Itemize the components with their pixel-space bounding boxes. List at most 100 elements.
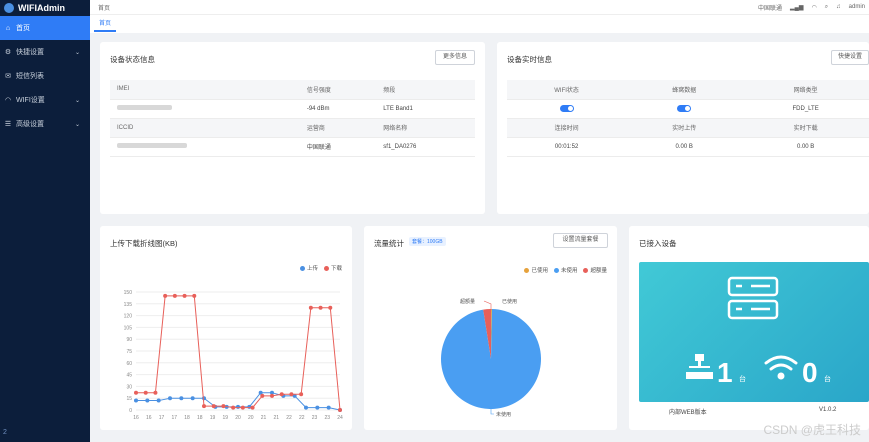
data-point[interactable] [145, 398, 150, 403]
sidebar-item-label: 短信列表 [16, 73, 44, 80]
chevron-down-icon: ⌄ [74, 97, 80, 104]
data-point[interactable] [231, 405, 236, 410]
home-icon: ⌂ [5, 24, 11, 32]
app-logo: WIFIAdmin [0, 0, 90, 16]
data-point[interactable] [308, 305, 313, 310]
sidebar-item-3[interactable]: ◠ WIFI设置 ⌄ [0, 88, 90, 112]
data-point[interactable] [143, 390, 148, 395]
iccid-value [110, 137, 300, 157]
header-network-type: 网络类型 [742, 80, 869, 100]
data-point[interactable] [236, 404, 240, 409]
y-tick-label: 45 [126, 373, 132, 379]
data-point[interactable] [192, 293, 197, 298]
more-info-button[interactable]: 更多信息 [435, 50, 475, 65]
y-tick-label: 0 [129, 408, 132, 414]
data-point[interactable] [318, 305, 323, 310]
data-point[interactable] [156, 398, 161, 403]
pie-label: 未使用 [496, 411, 511, 418]
chevron-down-icon: ⌄ [74, 121, 80, 128]
line-chart-card: 上传下载折线图(KB) 上传 下载 0 15 30 45 60 75 90 105 120 135… [100, 226, 352, 430]
x-tick-label: 21 [261, 415, 267, 421]
server-icon [727, 276, 779, 320]
wifi-icon [764, 355, 798, 380]
data-point[interactable] [299, 392, 304, 397]
top-header: 首页 中国联通 ▂▄▆ ◠ ⌕ ♫ admin [90, 0, 869, 14]
quick-settings-button[interactable]: 快捷设置 [831, 50, 869, 65]
data-point[interactable] [304, 405, 308, 410]
data-point[interactable] [168, 396, 172, 401]
data-point[interactable] [338, 408, 342, 412]
sidebar-item-0[interactable]: ⌂ 首页 [0, 16, 90, 40]
x-tick-label: 19 [222, 415, 228, 421]
data-point[interactable] [328, 305, 333, 310]
header-wifi-status: WIFI状态 [507, 80, 627, 100]
cellular-toggle[interactable] [677, 104, 692, 112]
network-type-value: FDD_LTE [742, 99, 869, 119]
data-point[interactable] [315, 405, 320, 410]
sidebar-item-label: 首页 [16, 25, 30, 32]
data-point[interactable] [240, 405, 245, 410]
realtime-table: WIFI状态 蜂窝数据 网络类型 FDD_LTE 连接时间 实时上传 实时下载 00:0… [507, 80, 869, 157]
data-point[interactable] [134, 398, 138, 403]
sidebar: WIFIAdmin ⌂ 首页 ⚙ 快捷设置 ⌄ ✉ 短信列表 ◠ WIFI设置 ⌄ ☰ 高级设置 ⌄ 2 [0, 0, 90, 442]
devices-graphic: 1 台 0 台 [686, 276, 831, 388]
header-connect-time: 连接时间 [507, 118, 627, 138]
message-icon: ✉ [5, 73, 11, 80]
data-point[interactable] [221, 404, 226, 409]
header-signal: 信号强度 [299, 80, 377, 100]
x-tick-label: 21 [273, 415, 279, 421]
x-tick-label: 20 [248, 415, 254, 421]
sidebar-item-2[interactable]: ✉ 短信列表 [0, 64, 90, 88]
header-download: 实时下载 [742, 118, 869, 138]
sidebar-item-1[interactable]: ⚙ 快捷设置 ⌄ [0, 40, 90, 64]
user-name[interactable]: admin [849, 4, 865, 10]
data-point[interactable] [211, 404, 216, 409]
data-point[interactable] [190, 396, 195, 401]
y-tick-label: 120 [124, 314, 133, 320]
signal-value: -94 dBm [299, 99, 377, 119]
header-carrier: 运营商 [299, 118, 377, 138]
header-imei: IMEI [110, 80, 300, 100]
x-tick-label: 18 [184, 415, 190, 421]
cellular-cell [626, 99, 743, 119]
data-point[interactable] [270, 393, 274, 398]
tab-home[interactable]: 首页 [94, 17, 117, 32]
search-icon[interactable]: ⌕ [825, 4, 828, 11]
data-point[interactable] [172, 293, 177, 298]
logo-icon [4, 3, 14, 13]
y-tick-label: 90 [126, 337, 132, 343]
bell-icon[interactable]: ♫ [836, 4, 841, 10]
sidebar-version: 2 [3, 429, 7, 436]
x-tick-label: 16 [133, 415, 139, 421]
traffic-card: 流量统计 套餐：100GB 设置流量套餐 已使用 未使用 超额量 超额量 已使用未… [364, 226, 617, 430]
sidebar-item-4[interactable]: ☰ 高级设置 ⌄ [0, 112, 90, 136]
header-iccid: ICCID [110, 118, 300, 138]
wifi-toggle[interactable] [559, 104, 574, 112]
data-point[interactable] [250, 405, 255, 410]
firmware-label: 内部WEB版本 [669, 410, 707, 416]
table-row: 中国联通 sf1_DA0276 [110, 137, 475, 157]
data-point[interactable] [182, 293, 187, 298]
wifi-icon: ◠ [4, 97, 12, 104]
wifi-status-cell [507, 99, 627, 119]
data-point[interactable] [163, 293, 168, 298]
x-tick-label: 22 [286, 415, 292, 421]
header-network-name: 网络名称 [376, 118, 475, 138]
table-row: -94 dBm LTE Band1 [110, 99, 475, 119]
devices-panel: 1 台 0 台 [639, 262, 869, 402]
x-tick-label: 22 [299, 415, 305, 421]
breadcrumb: 首页 [98, 5, 111, 12]
data-point[interactable] [202, 396, 206, 401]
data-point[interactable] [326, 405, 331, 410]
data-point[interactable] [289, 392, 294, 397]
data-point[interactable] [202, 404, 206, 409]
data-point[interactable] [179, 396, 184, 401]
y-tick-label: 15 [126, 396, 132, 402]
table-row: 连接时间 实时上传 实时下载 [507, 118, 869, 138]
data-point[interactable] [153, 390, 158, 395]
y-tick-label: 60 [126, 361, 132, 367]
data-point[interactable] [134, 390, 138, 395]
data-point[interactable] [279, 392, 284, 397]
y-tick-label: 105 [124, 325, 133, 331]
data-point[interactable] [260, 393, 265, 398]
